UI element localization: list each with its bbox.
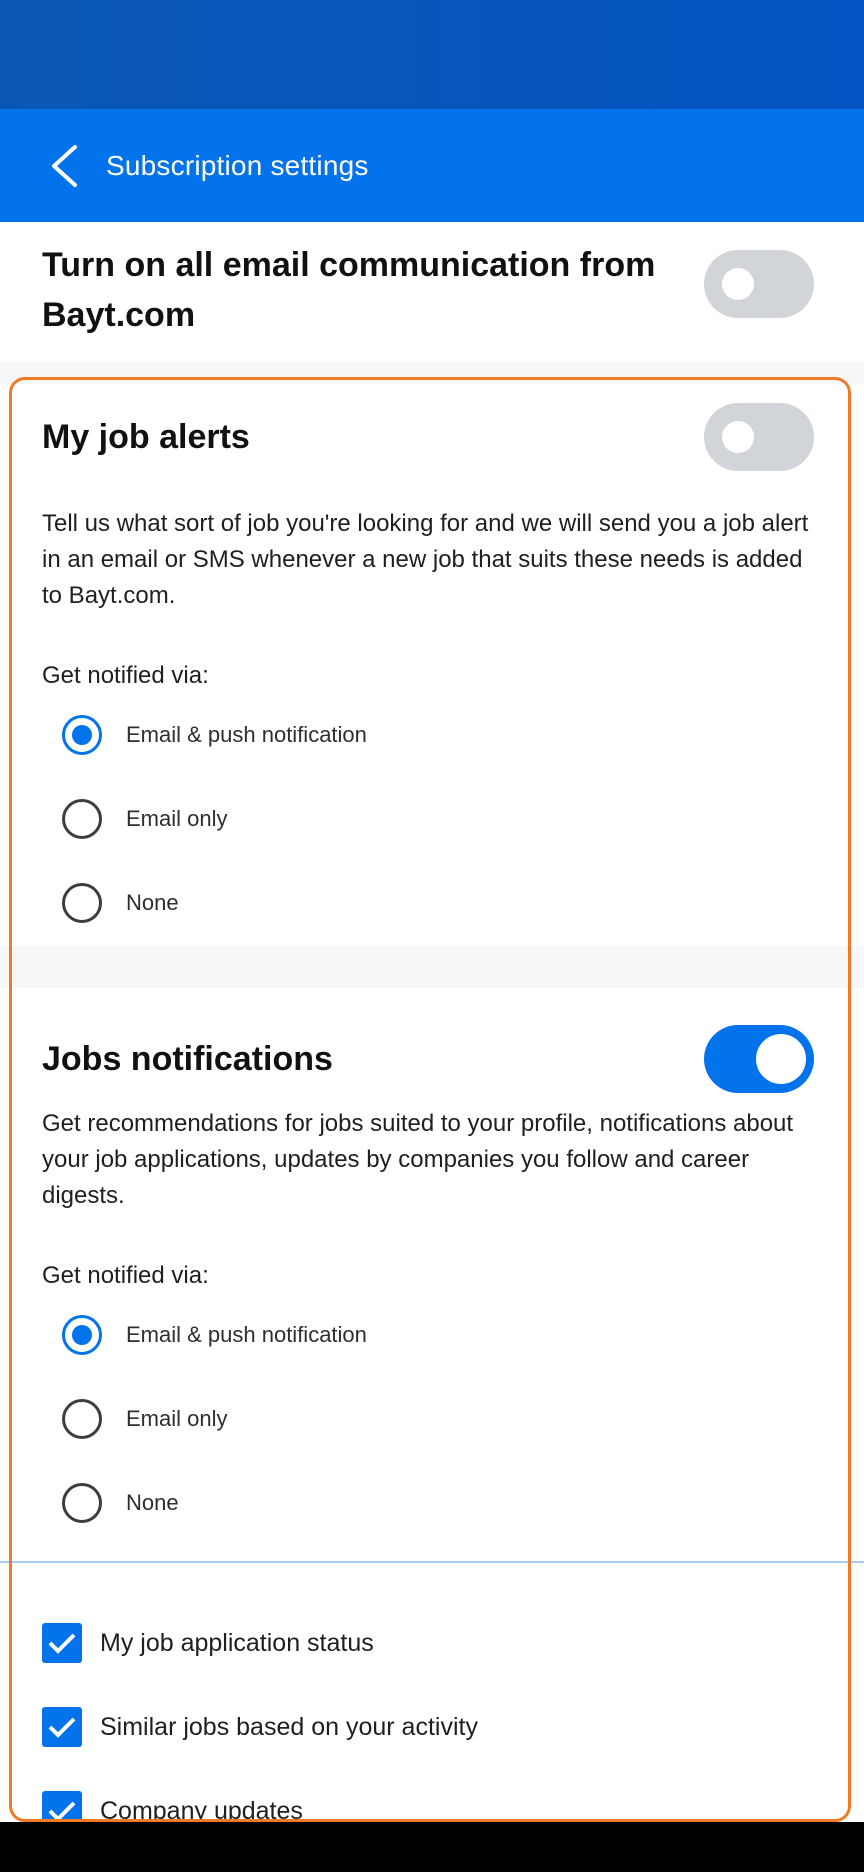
job-alerts-radio-email-push[interactable]: Email & push notification xyxy=(62,710,367,760)
radio-label: None xyxy=(126,1490,179,1515)
divider xyxy=(0,1561,864,1563)
checkbox-checked-icon xyxy=(42,1707,82,1747)
radio-unchecked-icon xyxy=(62,799,102,839)
jobs-notifications-notify-label: Get notified via: xyxy=(42,1262,209,1289)
master-email-toggle[interactable] xyxy=(704,250,814,318)
toggle-knob xyxy=(722,421,754,453)
radio-unchecked-icon xyxy=(62,1483,102,1523)
checkbox-label: Company updates xyxy=(100,1796,303,1823)
system-nav-bar xyxy=(0,1822,864,1872)
radio-label: Email & push notification xyxy=(126,1322,367,1347)
back-button[interactable] xyxy=(40,134,88,198)
job-alerts-toggle[interactable] xyxy=(704,403,814,471)
checkbox-label: My job application status xyxy=(100,1628,374,1657)
radio-label: Email only xyxy=(126,1406,228,1431)
chevron-left-icon xyxy=(52,145,77,187)
radio-label: None xyxy=(126,890,179,915)
jobs-notifications-radio-none[interactable]: None xyxy=(62,1478,179,1528)
job-alerts-notify-label: Get notified via: xyxy=(42,662,209,689)
section-divider xyxy=(0,362,864,384)
checkbox-job-application-status[interactable]: My job application status xyxy=(42,1621,374,1665)
job-alerts-radio-email-only[interactable]: Email only xyxy=(62,794,227,844)
app-bar: Subscription settings xyxy=(0,109,864,222)
checkbox-similar-jobs[interactable]: Similar jobs based on your activity xyxy=(42,1705,478,1749)
job-alerts-description: Tell us what sort of job you're looking … xyxy=(42,510,809,609)
jobs-notifications-description: Get recommendations for jobs suited to y… xyxy=(42,1110,794,1209)
checkbox-label: Similar jobs based on your activity xyxy=(100,1712,478,1741)
radio-checked-icon xyxy=(62,1315,102,1355)
checkbox-company-updates[interactable]: Company updates xyxy=(42,1789,303,1822)
toggle-knob xyxy=(722,268,754,300)
radio-unchecked-icon xyxy=(62,883,102,923)
section-divider xyxy=(0,946,864,988)
jobs-notifications-title: Jobs notifications xyxy=(42,1040,333,1078)
jobs-notifications-radio-email-only[interactable]: Email only xyxy=(62,1394,227,1444)
checkbox-checked-icon xyxy=(42,1791,82,1822)
page-title: Subscription settings xyxy=(106,149,369,181)
status-bar xyxy=(0,0,864,109)
checkbox-checked-icon xyxy=(42,1623,82,1663)
radio-label: Email only xyxy=(126,806,228,831)
jobs-notifications-toggle[interactable] xyxy=(704,1025,814,1093)
toggle-knob xyxy=(756,1034,806,1084)
jobs-notifications-radio-email-push[interactable]: Email & push notification xyxy=(62,1310,367,1360)
settings-content[interactable]: Turn on all email communication from Bay… xyxy=(0,222,864,1822)
master-email-label: Turn on all email communication from Bay… xyxy=(42,246,656,334)
radio-unchecked-icon xyxy=(62,1399,102,1439)
job-alerts-title: My job alerts xyxy=(42,418,250,456)
job-alerts-radio-none[interactable]: None xyxy=(62,878,179,928)
radio-checked-icon xyxy=(62,715,102,755)
radio-label: Email & push notification xyxy=(126,722,367,747)
